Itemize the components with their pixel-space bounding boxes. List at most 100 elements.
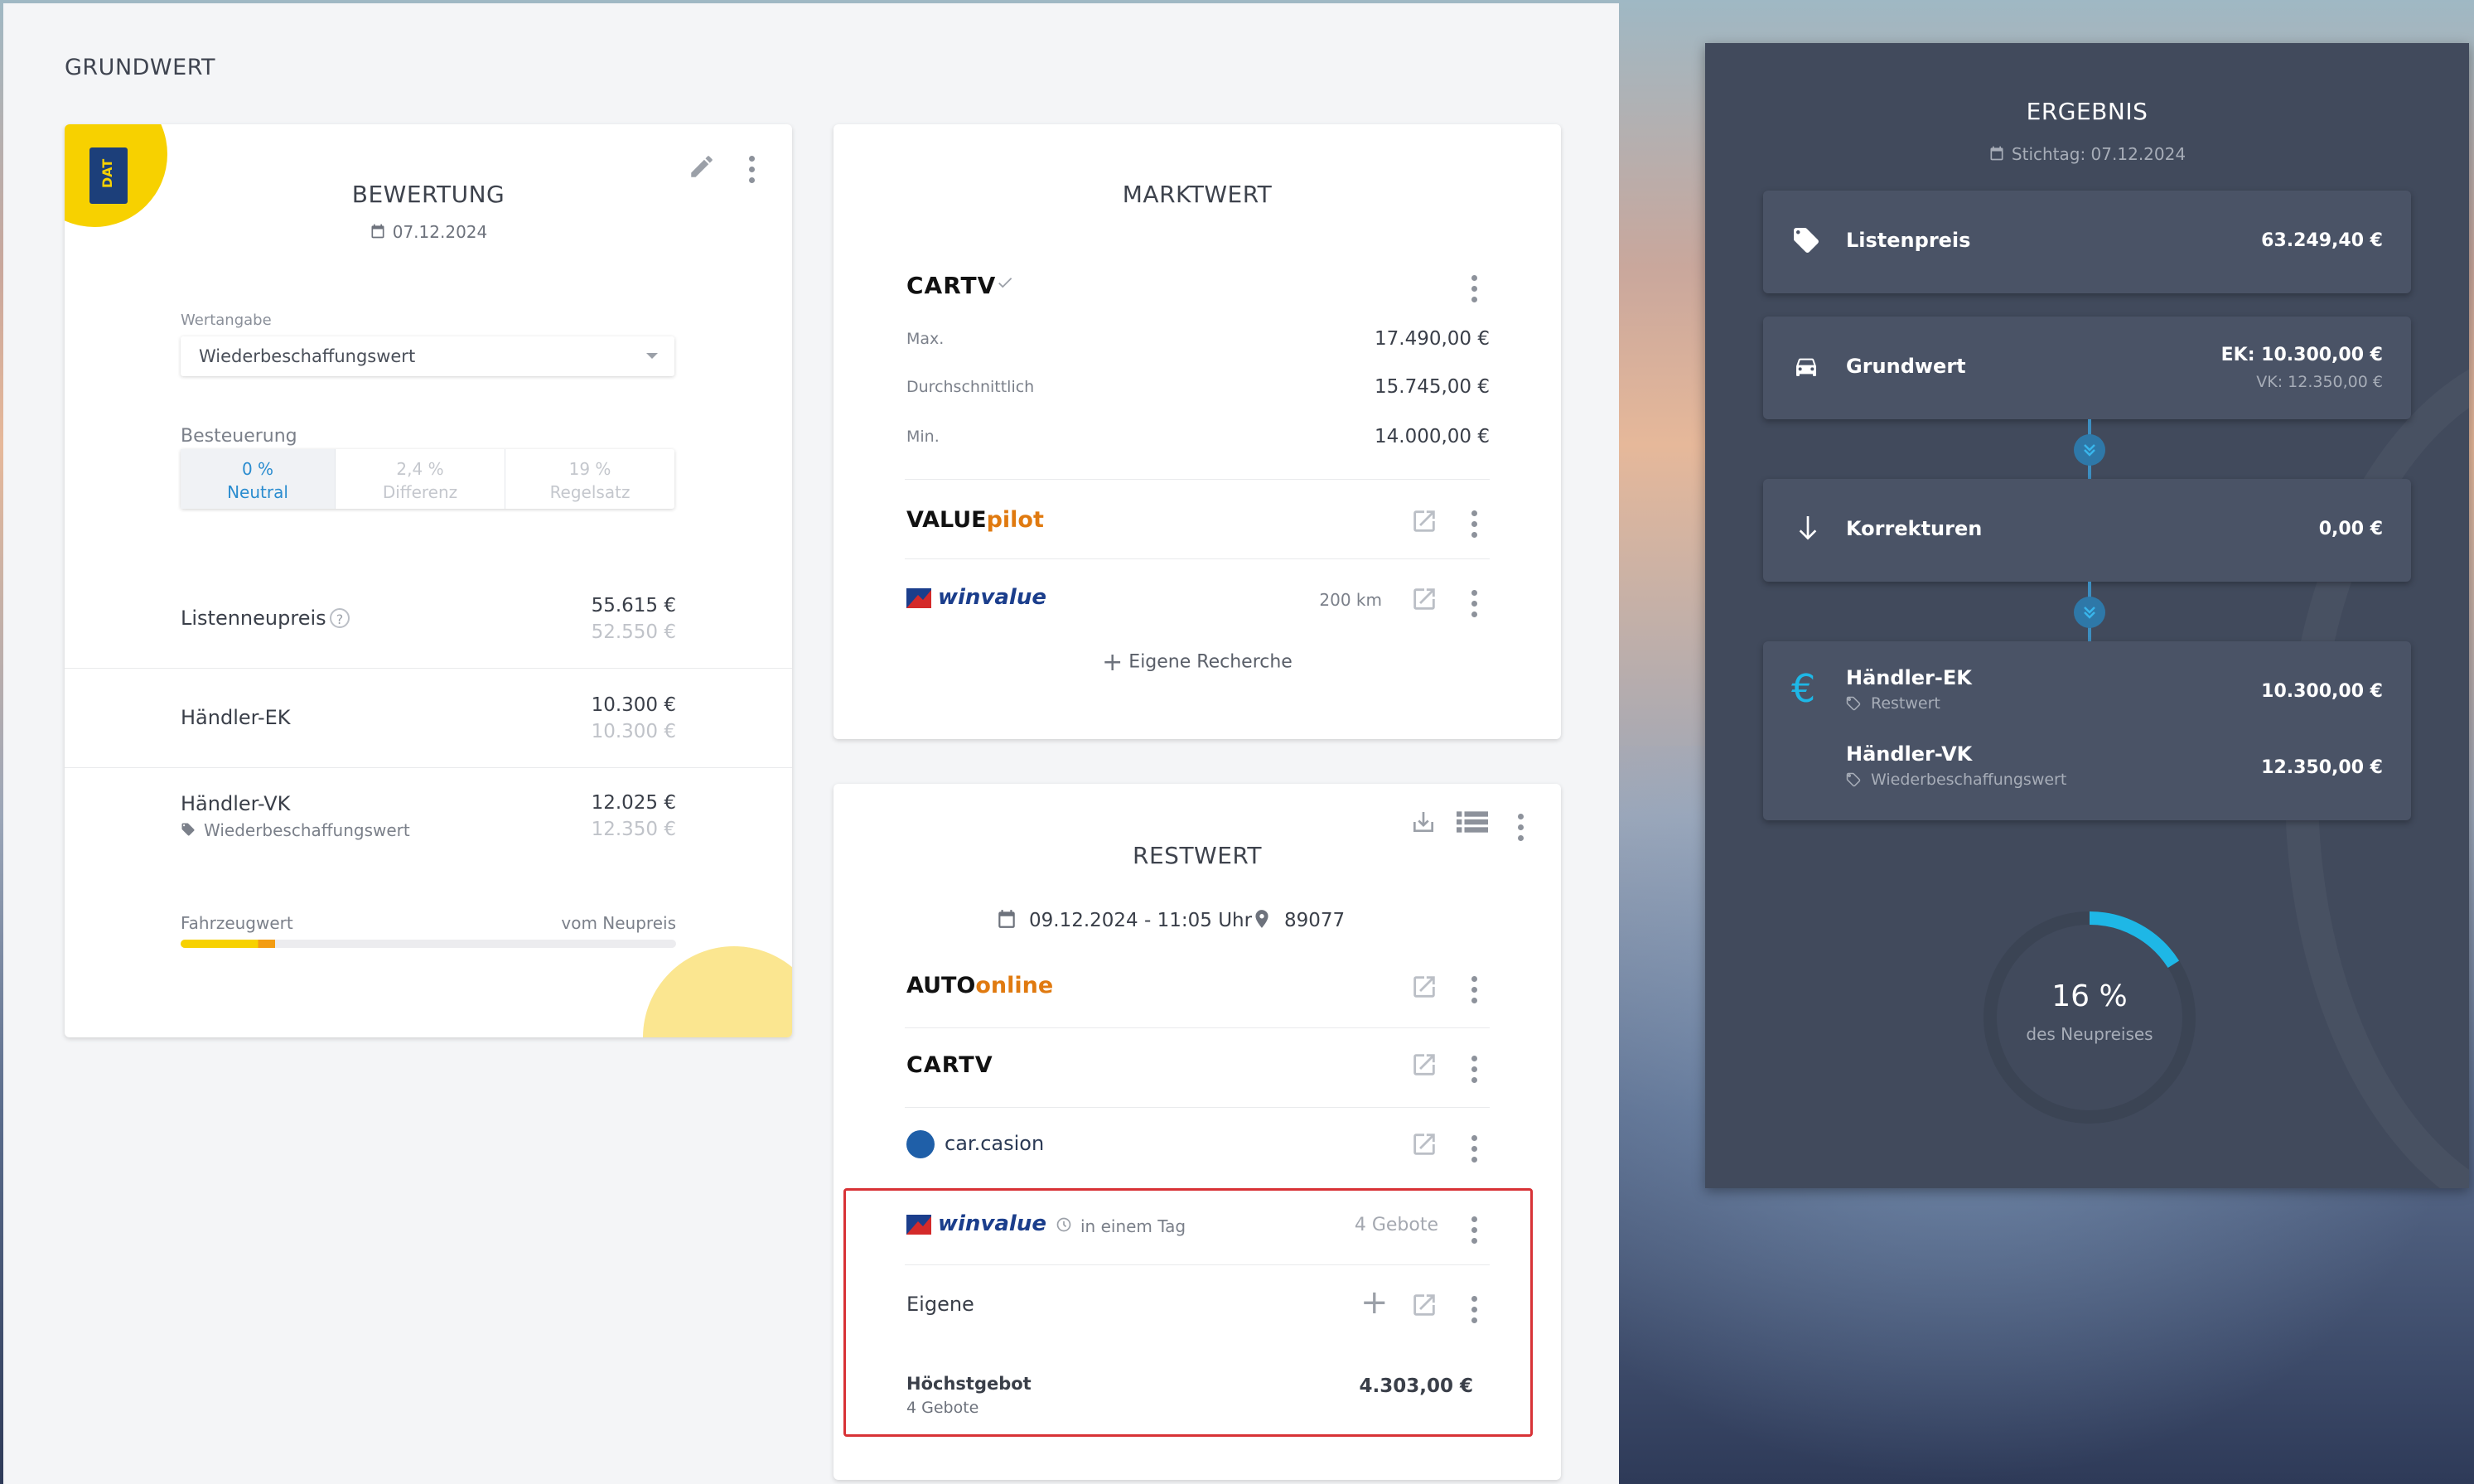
carcasion-menu-icon[interactable] bbox=[1471, 1135, 1478, 1165]
divider bbox=[65, 767, 792, 768]
haendler-ek-value: 10.300,00 € bbox=[2261, 681, 2383, 702]
cartv-menu-icon[interactable] bbox=[1471, 275, 1478, 305]
tag-icon bbox=[1846, 696, 1861, 714]
wertangabe-label: Wertangabe bbox=[181, 312, 272, 329]
haendler-ek-label: Händler-EK bbox=[1846, 666, 1972, 689]
haendler-ek-label: Händler-EK bbox=[181, 706, 291, 729]
open-external-icon[interactable] bbox=[1410, 1051, 1435, 1076]
restwert-menu-icon[interactable] bbox=[1518, 814, 1525, 844]
winvalue-bids: 4 Gebote bbox=[1354, 1215, 1438, 1235]
max-value: 17.490,00 € bbox=[1375, 328, 1490, 350]
arrow-down-icon bbox=[1795, 514, 1821, 549]
min-value: 14.000,00 € bbox=[1375, 426, 1490, 447]
listenneupreis-secondary: 52.550 € bbox=[591, 621, 676, 643]
tax-option-differenz[interactable]: 2,4 % Differenz bbox=[336, 449, 505, 509]
grundwert-ek: EK: 10.300,00 € bbox=[2220, 345, 2383, 365]
listenneupreis-value: 55.615 € bbox=[591, 595, 676, 616]
listenneupreis-label: Listenneupreis bbox=[181, 607, 326, 630]
tax-option-pct: 2,4 % bbox=[396, 459, 444, 479]
divider bbox=[905, 1027, 1490, 1028]
marktwert-card: MARKTWERT CARTV Max. 17.490,00 € Durchsc… bbox=[834, 124, 1561, 739]
progress-fill bbox=[181, 940, 275, 948]
cartv-menu-icon[interactable] bbox=[1471, 1056, 1478, 1085]
tax-toggle-group: 0 % Neutral 2,4 % Differenz 19 % Regelsa… bbox=[181, 449, 674, 509]
hoechstgebot-sub: 4 Gebote bbox=[906, 1399, 979, 1417]
restwert-title: RESTWERT bbox=[1133, 842, 1262, 869]
min-label: Min. bbox=[906, 428, 940, 446]
section-title: GRUNDWERT bbox=[65, 55, 215, 80]
restwert-datetime: 09.12.2024 - 11:05 Uhr bbox=[1029, 910, 1253, 931]
haendler-vk-sub: Wiederbeschaffungswert bbox=[1871, 771, 2067, 789]
download-icon[interactable] bbox=[1410, 809, 1437, 839]
open-external-icon[interactable] bbox=[1410, 507, 1435, 532]
winvalue-menu-icon[interactable] bbox=[1471, 590, 1478, 620]
valuepilot-menu-icon[interactable] bbox=[1471, 510, 1478, 540]
valuepilot-logo: VALUEpilot bbox=[906, 507, 1044, 533]
tax-option-name: Regelsatz bbox=[549, 482, 631, 502]
fahrzeugwert-progress bbox=[181, 940, 676, 948]
list-view-icon[interactable] bbox=[1457, 809, 1488, 839]
add-icon[interactable]: + bbox=[1360, 1286, 1389, 1319]
wertangabe-select[interactable]: Wiederbeschaffungswert bbox=[181, 336, 674, 376]
bewertung-date-row: 07.12.2024 bbox=[65, 222, 792, 244]
winvalue-distance: 200 km bbox=[1319, 590, 1382, 610]
location-pin-icon bbox=[1251, 908, 1273, 933]
haendler-ek-secondary: 10.300 € bbox=[591, 721, 676, 742]
edit-icon[interactable] bbox=[688, 152, 716, 184]
bewertung-date: 07.12.2024 bbox=[392, 222, 488, 242]
price-tag-icon bbox=[1791, 225, 1821, 259]
autoonline-menu-icon[interactable] bbox=[1471, 976, 1478, 1006]
carcasion-logo-icon bbox=[906, 1130, 935, 1158]
gauge-percent: 16 % bbox=[2051, 979, 2128, 1013]
autoonline-logo-b: online bbox=[975, 973, 1054, 998]
ergebnis-panel: ERGEBNIS Stichtag: 07.12.2024 Listenprei… bbox=[1705, 43, 2469, 1188]
divider bbox=[65, 668, 792, 669]
clock-icon bbox=[1056, 1216, 1072, 1236]
grundwert-panel: GRUNDWERT DAT BEWERTUNG 07.12.2024 Werta… bbox=[3, 3, 1619, 1484]
max-label: Max. bbox=[906, 330, 945, 348]
korrekturen-card: Korrekturen 0,00 € bbox=[1763, 479, 2411, 582]
winvalue-menu-icon[interactable] bbox=[1471, 1216, 1478, 1246]
carcasion-logo: car.casion bbox=[945, 1132, 1045, 1155]
car-icon bbox=[1791, 353, 1821, 383]
valuepilot-logo-b: pilot bbox=[986, 507, 1044, 533]
avg-label: Durchschnittlich bbox=[906, 378, 1035, 396]
grundwert-vk: VK: 12.350,00 € bbox=[2256, 373, 2383, 391]
eigene-recherche-label: Eigene Recherche bbox=[1128, 651, 1293, 673]
calendar-icon bbox=[370, 223, 386, 244]
eigene-menu-icon[interactable] bbox=[1471, 1296, 1478, 1326]
ergebnis-title: ERGEBNIS bbox=[2026, 98, 2148, 125]
haendler-vk-sublabel: Wiederbeschaffungswert bbox=[204, 820, 410, 840]
haendler-vk-label: Händler-VK bbox=[1846, 742, 1973, 766]
open-external-icon[interactable] bbox=[1410, 1291, 1435, 1316]
tag-icon bbox=[181, 822, 196, 840]
marktwert-title: MARKTWERT bbox=[1122, 181, 1273, 208]
listenpreis-value: 63.249,40 € bbox=[2261, 230, 2383, 251]
winvalue-flag-icon bbox=[906, 588, 931, 611]
decorative-corner bbox=[643, 946, 792, 1037]
tax-option-regelsatz[interactable]: 19 % Regelsatz bbox=[505, 449, 674, 509]
chevron-down-icon bbox=[646, 353, 658, 359]
eigene-recherche-button[interactable]: + Eigene Recherche bbox=[834, 648, 1561, 677]
euro-icon: € bbox=[1791, 666, 1816, 711]
winvalue-logo: winvalue bbox=[938, 1211, 1046, 1236]
tax-option-neutral[interactable]: 0 % Neutral bbox=[181, 449, 336, 509]
hoechstgebot-label: Höchstgebot bbox=[906, 1374, 1032, 1394]
autoonline-logo-a: AUTO bbox=[906, 973, 976, 998]
open-external-icon[interactable] bbox=[1410, 973, 1435, 998]
help-icon[interactable]: ? bbox=[330, 608, 350, 628]
fahrzeugwert-label: Fahrzeugwert bbox=[181, 913, 293, 933]
listenpreis-card: Listenpreis 63.249,40 € bbox=[1763, 191, 2411, 293]
winvalue-flag-icon bbox=[906, 1215, 931, 1238]
winvalue-logo: winvalue bbox=[938, 585, 1046, 610]
autoonline-logo: AUTOonline bbox=[906, 973, 1053, 998]
calendar-icon bbox=[996, 908, 1017, 933]
tax-option-pct: 19 % bbox=[568, 459, 611, 479]
open-external-icon[interactable] bbox=[1410, 585, 1435, 610]
gauge-caption: des Neupreises bbox=[2026, 1024, 2153, 1044]
grundwert-label: Grundwert bbox=[1846, 355, 1966, 378]
calendar-icon bbox=[1988, 145, 2005, 166]
besteuerung-label: Besteuerung bbox=[181, 426, 297, 447]
open-external-icon[interactable] bbox=[1410, 1130, 1435, 1155]
plus-icon: + bbox=[1102, 648, 1123, 677]
